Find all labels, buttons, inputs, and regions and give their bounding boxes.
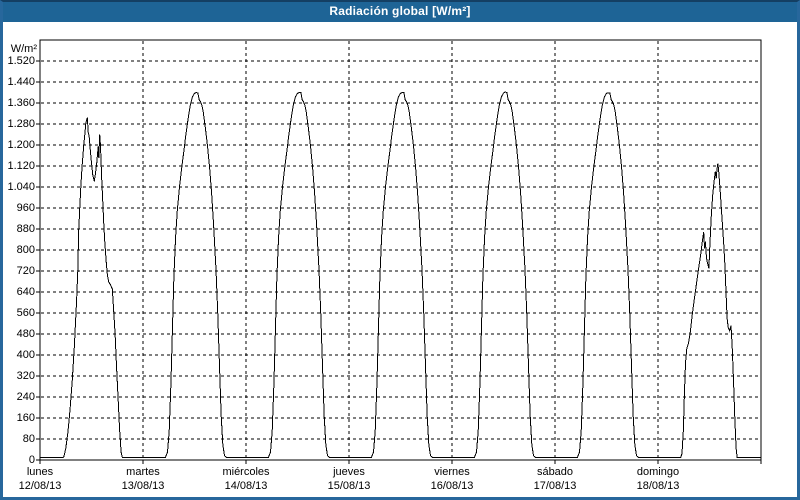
- day-name: sábado: [534, 466, 577, 480]
- y-axis-tick-label: 1.440: [0, 76, 35, 89]
- x-axis-day-label: lunes12/08/13: [19, 466, 62, 493]
- y-axis-tick-label: 1.040: [0, 181, 35, 194]
- y-axis-tick-label: 1.360: [0, 97, 35, 110]
- y-axis-tick-label: 240: [0, 391, 35, 404]
- day-name: miércoles: [222, 466, 269, 480]
- day-date: 14/08/13: [222, 480, 269, 494]
- radiation-line-chart: [0, 0, 800, 500]
- y-axis-tick-label: 400: [0, 349, 35, 362]
- day-date: 13/08/13: [122, 480, 165, 494]
- day-name: martes: [122, 466, 165, 480]
- day-name: domingo: [637, 466, 680, 480]
- x-axis-day-label: domingo18/08/13: [637, 466, 680, 493]
- day-name: lunes: [19, 466, 62, 480]
- x-axis-day-label: viernes16/08/13: [431, 466, 474, 493]
- y-axis-tick-label: 720: [0, 265, 35, 278]
- y-axis-tick-label: 1.280: [0, 118, 35, 131]
- x-axis-day-label: martes13/08/13: [122, 466, 165, 493]
- day-date: 15/08/13: [328, 480, 371, 494]
- x-axis-day-label: miércoles14/08/13: [222, 466, 269, 493]
- plot-border: [40, 40, 761, 460]
- y-axis-tick-label: 640: [0, 286, 35, 299]
- y-axis-tick-label: 960: [0, 202, 35, 215]
- day-name: jueves: [328, 466, 371, 480]
- y-axis-tick-label: 480: [0, 328, 35, 341]
- radiation-curve: [40, 92, 761, 458]
- window-title: Radiación global [W/m²]: [329, 4, 470, 18]
- y-axis-unit-label: W/m²: [0, 43, 37, 55]
- y-axis-tick-label: 1.120: [0, 160, 35, 173]
- y-axis-tick-label: 1.200: [0, 139, 35, 152]
- y-axis-tick-label: 560: [0, 307, 35, 320]
- y-axis-tick-label: 80: [0, 433, 35, 446]
- day-date: 18/08/13: [637, 480, 680, 494]
- radiation-chart-window: Radiación global [W/m²] W/m² 08016024032…: [0, 0, 800, 500]
- day-date: 16/08/13: [431, 480, 474, 494]
- x-axis-day-label: sábado17/08/13: [534, 466, 577, 493]
- day-name: viernes: [431, 466, 474, 480]
- y-axis-tick-label: 1.520: [0, 55, 35, 68]
- x-axis-day-label: jueves15/08/13: [328, 466, 371, 493]
- y-axis-tick-label: 320: [0, 370, 35, 383]
- window-titlebar: Radiación global [W/m²]: [0, 0, 800, 22]
- y-axis-tick-label: 160: [0, 412, 35, 425]
- day-date: 17/08/13: [534, 480, 577, 494]
- y-axis-tick-label: 880: [0, 223, 35, 236]
- day-date: 12/08/13: [19, 480, 62, 494]
- y-axis-tick-label: 800: [0, 244, 35, 257]
